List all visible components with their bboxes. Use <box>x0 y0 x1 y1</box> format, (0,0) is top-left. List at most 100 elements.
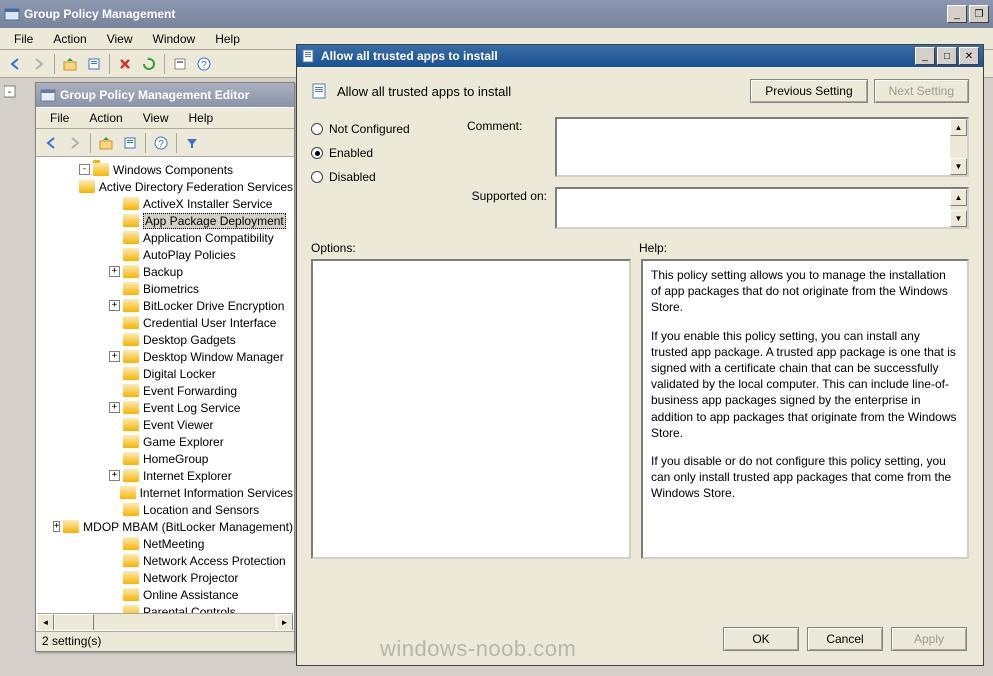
tree-node[interactable]: Network Projector <box>37 569 293 586</box>
maximize-button[interactable]: ❐ <box>969 5 989 23</box>
comment-scrollbar[interactable]: ▲▼ <box>950 119 967 175</box>
scroll-left-button[interactable]: ◄ <box>37 614 54 631</box>
radio-enabled[interactable]: Enabled <box>311 141 447 165</box>
radio-not-configured[interactable]: Not Configured <box>311 117 447 141</box>
tree-node[interactable]: + Desktop Window Manager <box>37 348 293 365</box>
gpme-menu-action[interactable]: Action <box>79 108 132 128</box>
tree-node-label[interactable]: App Package Deployment <box>143 213 286 229</box>
help-button[interactable]: ? <box>193 53 215 75</box>
tree-node[interactable]: Application Compatibility <box>37 229 293 246</box>
tree-node-label[interactable]: Location and Sensors <box>143 503 259 517</box>
gpme-menu-view[interactable]: View <box>133 108 179 128</box>
expand-toggle[interactable]: + <box>109 351 120 362</box>
tree-node-label[interactable]: Active Directory Federation Services <box>99 180 293 194</box>
expand-toggle[interactable]: + <box>109 266 120 277</box>
tree-node[interactable]: + BitLocker Drive Encryption <box>37 297 293 314</box>
tree-node[interactable]: App Package Deployment <box>37 212 293 229</box>
expand-toggle[interactable]: - <box>79 164 90 175</box>
tree-node-label[interactable]: Event Forwarding <box>143 384 237 398</box>
tree-node[interactable]: Event Forwarding <box>37 382 293 399</box>
dialog-minimize-button[interactable]: _ <box>915 47 935 65</box>
gpme-menu-file[interactable]: File <box>40 108 79 128</box>
expand-toggle[interactable]: + <box>53 521 60 532</box>
tree-node-label[interactable]: Biometrics <box>143 282 199 296</box>
up-button[interactable] <box>59 53 81 75</box>
export-button[interactable] <box>169 53 191 75</box>
tree-node-label[interactable]: Internet Explorer <box>143 469 232 483</box>
next-setting-button[interactable]: Next Setting <box>874 79 969 103</box>
tree-node-label[interactable]: BitLocker Drive Encryption <box>143 299 284 313</box>
tree-node[interactable]: AutoPlay Policies <box>37 246 293 263</box>
properties-button[interactable] <box>83 53 105 75</box>
tree-node[interactable]: +Internet Explorer <box>37 467 293 484</box>
tree-node[interactable]: NetMeeting <box>37 535 293 552</box>
expand-toggle[interactable]: + <box>109 402 120 413</box>
scroll-right-button[interactable]: ► <box>276 614 293 631</box>
tree-node-label[interactable]: Backup <box>143 265 183 279</box>
gpme-help-button[interactable]: ? <box>150 132 172 154</box>
dialog-maximize-button[interactable]: □ <box>937 47 957 65</box>
tree-node-label[interactable]: Online Assistance <box>143 588 238 602</box>
tree-node-label[interactable]: Internet Information Services <box>140 486 293 500</box>
gpme-back-button[interactable] <box>40 132 62 154</box>
previous-setting-button[interactable]: Previous Setting <box>750 79 867 103</box>
tree-node[interactable]: Network Access Protection <box>37 552 293 569</box>
tree-node-label[interactable]: ActiveX Installer Service <box>143 197 272 211</box>
tree-node[interactable]: Online Assistance <box>37 586 293 603</box>
tree-node[interactable]: Location and Sensors <box>37 501 293 518</box>
tree-node-label[interactable]: Desktop Gadgets <box>143 333 236 347</box>
tree-node-label[interactable]: Credential User Interface <box>143 316 276 330</box>
tree-node-label[interactable]: Desktop Window Manager <box>143 350 284 364</box>
tree-node-label[interactable]: Event Viewer <box>143 418 213 432</box>
menu-help[interactable]: Help <box>205 29 250 49</box>
scroll-thumb[interactable] <box>54 614 94 631</box>
tree-node[interactable]: HomeGroup <box>37 450 293 467</box>
tree-node[interactable]: Desktop Gadgets <box>37 331 293 348</box>
gpme-filter-button[interactable] <box>181 132 203 154</box>
tree-node[interactable]: + Event Log Service <box>37 399 293 416</box>
supported-scrollbar[interactable]: ▲▼ <box>950 189 967 227</box>
cancel-button[interactable]: Cancel <box>807 627 883 651</box>
tree-node-label[interactable]: Network Access Protection <box>143 554 286 568</box>
gpme-options-button[interactable] <box>119 132 141 154</box>
menu-action[interactable]: Action <box>43 29 96 49</box>
tree-node-label[interactable]: Network Projector <box>143 571 238 585</box>
comment-textarea[interactable]: ▲▼ <box>555 117 969 177</box>
forward-button[interactable] <box>28 53 50 75</box>
menu-view[interactable]: View <box>97 29 143 49</box>
tree-node[interactable]: Parental Controls <box>37 603 293 613</box>
tree-node-label[interactable]: AutoPlay Policies <box>143 248 236 262</box>
gpme-up-button[interactable] <box>95 132 117 154</box>
tree-node-label[interactable]: Event Log Service <box>143 401 240 415</box>
tree-node-label[interactable]: Parental Controls <box>143 605 236 614</box>
tree-node-label[interactable]: NetMeeting <box>143 537 204 551</box>
tree-node-label[interactable]: Digital Locker <box>143 367 216 381</box>
tree-node-label[interactable]: Game Explorer <box>143 435 224 449</box>
gpme-menu-help[interactable]: Help <box>179 108 224 128</box>
apply-button[interactable]: Apply <box>891 627 967 651</box>
back-button[interactable] <box>4 53 26 75</box>
tree-node[interactable]: Biometrics <box>37 280 293 297</box>
dialog-close-button[interactable]: ✕ <box>959 47 979 65</box>
tree-node[interactable]: Event Viewer <box>37 416 293 433</box>
minimize-button[interactable]: _ <box>947 5 967 23</box>
tree-node[interactable]: ActiveX Installer Service <box>37 195 293 212</box>
tree-node-label[interactable]: Application Compatibility <box>143 231 274 245</box>
tree-node[interactable]: Game Explorer <box>37 433 293 450</box>
expand-toggle[interactable]: + <box>109 300 120 311</box>
gpme-forward-button[interactable] <box>64 132 86 154</box>
tree-node[interactable]: Digital Locker <box>37 365 293 382</box>
tree-node-label[interactable]: Windows Components <box>113 163 233 177</box>
tree-node-label[interactable]: HomeGroup <box>143 452 208 466</box>
delete-button[interactable] <box>114 53 136 75</box>
tree-node[interactable]: Credential User Interface <box>37 314 293 331</box>
tree-node-root[interactable]: - Windows Components <box>37 161 293 178</box>
horizontal-scrollbar[interactable]: ◄ ► <box>37 613 293 630</box>
tree-node[interactable]: + MDOP MBAM (BitLocker Management) <box>37 518 293 535</box>
tree-node[interactable]: Active Directory Federation Services <box>37 178 293 195</box>
menu-window[interactable]: Window <box>143 29 206 49</box>
radio-disabled[interactable]: Disabled <box>311 165 447 189</box>
refresh-button[interactable] <box>138 53 160 75</box>
menu-file[interactable]: File <box>4 29 43 49</box>
tree-node-label[interactable]: MDOP MBAM (BitLocker Management) <box>83 520 293 534</box>
